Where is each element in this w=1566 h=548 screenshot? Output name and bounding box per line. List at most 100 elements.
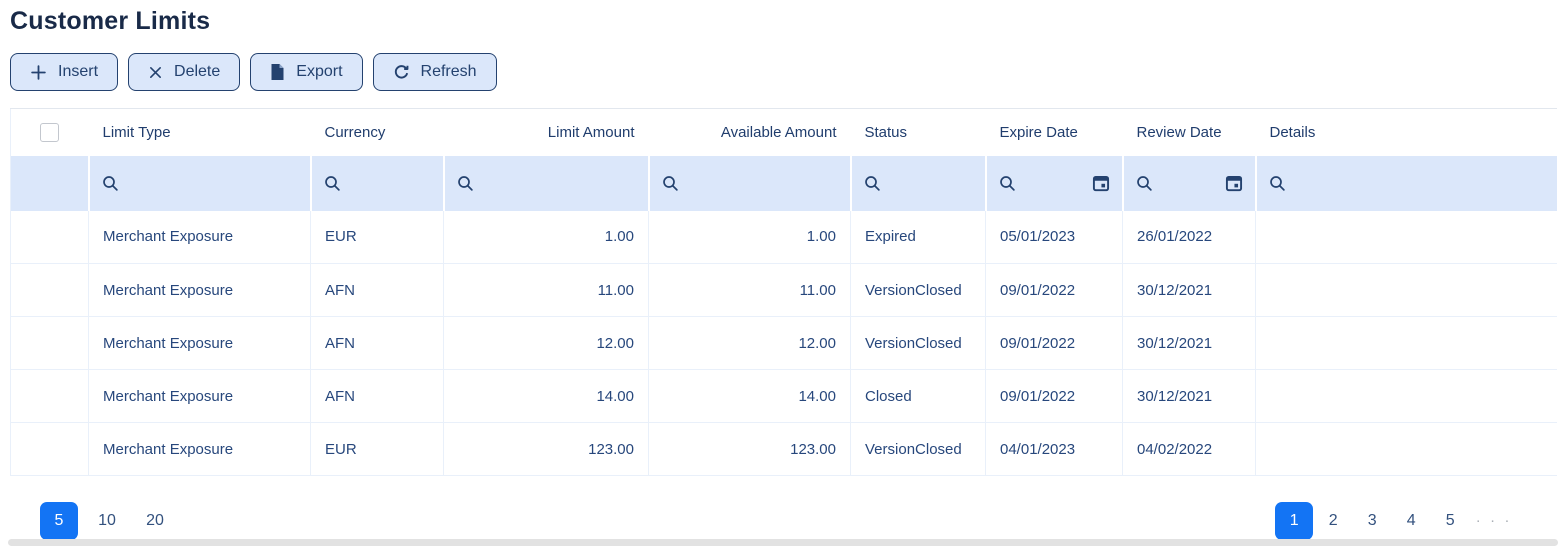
- column-header-details[interactable]: Details: [1256, 109, 1557, 156]
- page-navigator: 1 2 3 4 5 . . .: [1275, 502, 1518, 540]
- filter-input-expire-date[interactable]: [986, 156, 1123, 211]
- table-row[interactable]: Merchant Exposure AFN 12.00 12.00 Versio…: [11, 317, 1557, 370]
- refresh-button-label: Refresh: [421, 63, 477, 81]
- cell-details: [1256, 211, 1557, 264]
- column-header-limit-amount[interactable]: Limit Amount: [444, 109, 649, 156]
- page-size-selector: 5 10 20: [40, 502, 174, 540]
- toolbar: Insert Delete Export Refresh: [10, 53, 1556, 91]
- page-size-option-5[interactable]: 5: [40, 502, 78, 540]
- cell-details: [1256, 370, 1557, 423]
- cell-expire-date: 09/01/2022: [986, 370, 1123, 423]
- column-header-review-date[interactable]: Review Date: [1123, 109, 1256, 156]
- search-icon: [457, 175, 474, 192]
- cell-limit-type: Merchant Exposure: [89, 423, 311, 476]
- page-size-option-10[interactable]: 10: [88, 502, 126, 540]
- search-icon: [102, 175, 119, 192]
- cell-expire-date: 04/01/2023: [986, 423, 1123, 476]
- cell-available-amount: 11.00: [649, 264, 851, 317]
- search-icon: [1269, 175, 1286, 192]
- column-header-available-amount[interactable]: Available Amount: [649, 109, 851, 156]
- cell-expire-date: 09/01/2022: [986, 264, 1123, 317]
- page-ellipsis: . . .: [1470, 509, 1518, 534]
- cell-details: [1256, 317, 1557, 370]
- cell-currency: AFN: [311, 264, 444, 317]
- pager: 5 10 20 1 2 3 4 5 . . .: [10, 502, 1556, 540]
- table-row[interactable]: Merchant Exposure AFN 14.00 14.00 Closed…: [11, 370, 1557, 423]
- filter-input-available-amount[interactable]: [649, 156, 851, 211]
- row-select-cell[interactable]: [11, 264, 89, 317]
- x-icon: [148, 65, 163, 80]
- cell-details: [1256, 264, 1557, 317]
- cell-status: VersionClosed: [851, 317, 986, 370]
- cell-review-date: 30/12/2021: [1123, 264, 1256, 317]
- filter-input-details[interactable]: [1256, 156, 1557, 211]
- cell-available-amount: 14.00: [649, 370, 851, 423]
- cell-review-date: 30/12/2021: [1123, 370, 1256, 423]
- cell-status: VersionClosed: [851, 423, 986, 476]
- cell-status: Expired: [851, 211, 986, 264]
- cell-limit-amount: 14.00: [444, 370, 649, 423]
- refresh-icon: [393, 64, 410, 81]
- search-icon: [1136, 175, 1153, 192]
- cell-limit-amount: 123.00: [444, 423, 649, 476]
- cell-available-amount: 1.00: [649, 211, 851, 264]
- cell-status: Closed: [851, 370, 986, 423]
- insert-button-label: Insert: [58, 63, 98, 81]
- page-button-4[interactable]: 4: [1392, 502, 1430, 540]
- cell-expire-date: 09/01/2022: [986, 317, 1123, 370]
- delete-button-label: Delete: [174, 63, 220, 81]
- grid-header-row: Limit Type Currency Limit Amount Availab…: [11, 109, 1557, 156]
- search-icon: [324, 175, 341, 192]
- cell-review-date: 30/12/2021: [1123, 317, 1256, 370]
- cell-currency: AFN: [311, 317, 444, 370]
- search-icon: [864, 175, 881, 192]
- column-header-currency[interactable]: Currency: [311, 109, 444, 156]
- search-icon: [662, 175, 679, 192]
- cell-limit-type: Merchant Exposure: [89, 211, 311, 264]
- cell-limit-amount: 12.00: [444, 317, 649, 370]
- column-header-limit-type[interactable]: Limit Type: [89, 109, 311, 156]
- cell-limit-amount: 11.00: [444, 264, 649, 317]
- page-button-1[interactable]: 1: [1275, 502, 1313, 540]
- page-size-option-20[interactable]: 20: [136, 502, 174, 540]
- table-row[interactable]: Merchant Exposure EUR 123.00 123.00 Vers…: [11, 423, 1557, 476]
- select-all-checkbox[interactable]: [40, 123, 59, 142]
- column-header-expire-date[interactable]: Expire Date: [986, 109, 1123, 156]
- row-select-cell[interactable]: [11, 317, 89, 370]
- row-select-cell[interactable]: [11, 370, 89, 423]
- export-button[interactable]: Export: [250, 53, 362, 91]
- cell-limit-type: Merchant Exposure: [89, 317, 311, 370]
- plus-icon: [30, 64, 47, 81]
- filter-input-currency[interactable]: [311, 156, 444, 211]
- cell-details: [1256, 423, 1557, 476]
- page-button-3[interactable]: 3: [1353, 502, 1391, 540]
- column-header-status[interactable]: Status: [851, 109, 986, 156]
- cell-currency: EUR: [311, 423, 444, 476]
- filter-input-status[interactable]: [851, 156, 986, 211]
- row-select-cell[interactable]: [11, 423, 89, 476]
- calendar-icon[interactable]: [1225, 174, 1243, 192]
- row-select-cell[interactable]: [11, 211, 89, 264]
- search-icon: [999, 175, 1016, 192]
- cell-review-date: 04/02/2022: [1123, 423, 1256, 476]
- cell-limit-type: Merchant Exposure: [89, 264, 311, 317]
- filter-input-limit-type[interactable]: [89, 156, 311, 211]
- page-button-5[interactable]: 5: [1431, 502, 1469, 540]
- filter-cell-checkbox: [11, 156, 89, 211]
- cell-status: VersionClosed: [851, 264, 986, 317]
- page-button-2[interactable]: 2: [1314, 502, 1352, 540]
- delete-button[interactable]: Delete: [128, 53, 240, 91]
- calendar-icon[interactable]: [1092, 174, 1110, 192]
- cell-available-amount: 12.00: [649, 317, 851, 370]
- insert-button[interactable]: Insert: [10, 53, 118, 91]
- filter-input-limit-amount[interactable]: [444, 156, 649, 211]
- horizontal-scrollbar[interactable]: [8, 539, 1558, 546]
- cell-expire-date: 05/01/2023: [986, 211, 1123, 264]
- refresh-button[interactable]: Refresh: [373, 53, 497, 91]
- grid-filter-row: [11, 156, 1557, 211]
- filter-input-review-date[interactable]: [1123, 156, 1256, 211]
- cell-review-date: 26/01/2022: [1123, 211, 1256, 264]
- table-row[interactable]: Merchant Exposure EUR 1.00 1.00 Expired …: [11, 211, 1557, 264]
- table-row[interactable]: Merchant Exposure AFN 11.00 11.00 Versio…: [11, 264, 1557, 317]
- cell-currency: EUR: [311, 211, 444, 264]
